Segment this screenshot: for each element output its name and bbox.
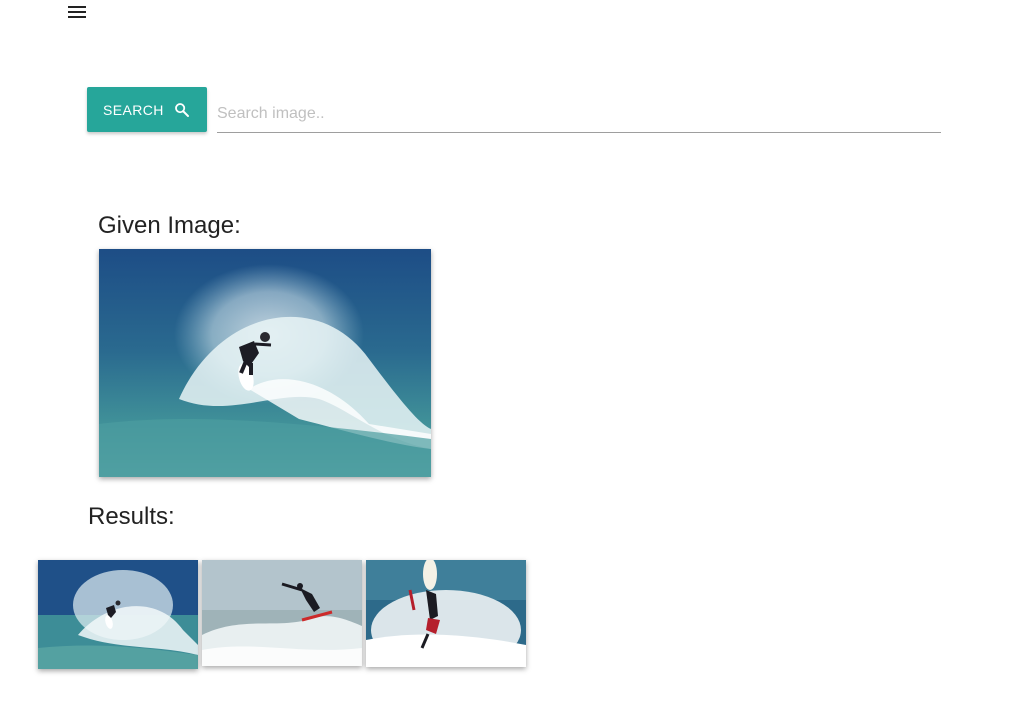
results-label: Results: [88, 503, 175, 530]
given-image [99, 249, 431, 477]
search-button[interactable]: SEARCH [87, 87, 207, 132]
result-image-3[interactable] [366, 560, 526, 667]
result-image-1[interactable] [38, 560, 198, 669]
given-image-label: Given Image: [98, 212, 241, 239]
search-icon [175, 103, 189, 117]
search-input[interactable] [217, 96, 941, 133]
search-button-label: SEARCH [103, 101, 164, 118]
result-image-2[interactable] [202, 560, 362, 666]
menu-icon[interactable] [68, 3, 90, 21]
